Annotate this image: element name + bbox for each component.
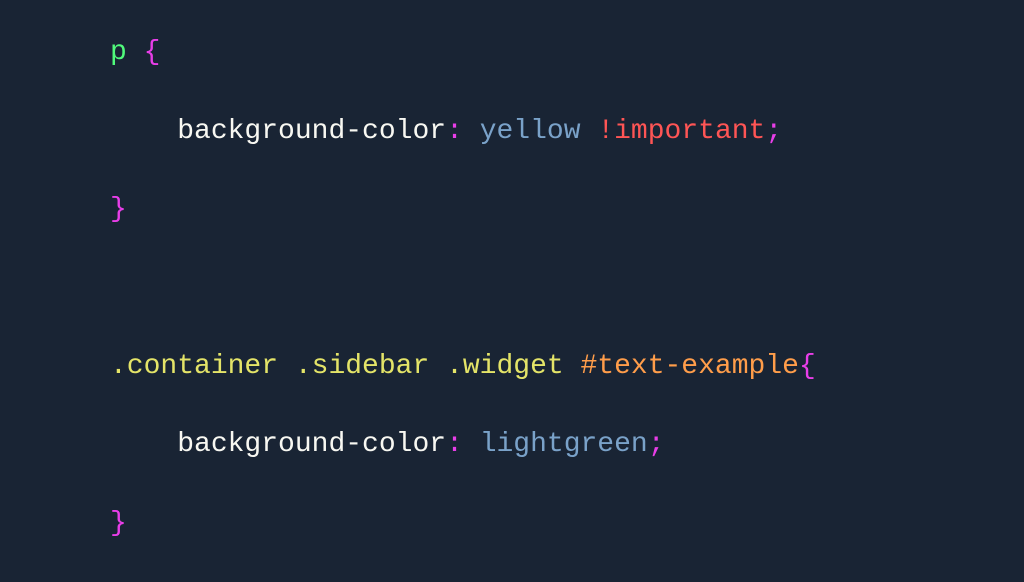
css-property: background-color — [177, 429, 446, 460]
semicolon: ; — [648, 429, 665, 460]
colon: : — [446, 429, 463, 460]
indent — [110, 429, 177, 460]
code-line-4: .container .sidebar .widget #text-exampl… — [110, 347, 816, 386]
colon: : — [446, 116, 463, 147]
selector-class: .container — [110, 351, 278, 382]
css-value: lightgreen — [480, 429, 648, 460]
code-line-6: } — [110, 504, 816, 543]
space — [463, 429, 480, 460]
space — [463, 116, 480, 147]
code-line-3: } — [110, 190, 816, 229]
css-property: background-color — [177, 116, 446, 147]
css-code-snippet: p { background-color: yellow !important;… — [0, 0, 816, 582]
code-line-1: p { — [110, 33, 816, 72]
brace-close: } — [110, 194, 127, 225]
brace-open: { — [799, 351, 816, 382]
code-line-5: background-color: lightgreen; — [110, 425, 816, 464]
selector-class: .sidebar — [278, 351, 429, 382]
semicolon: ; — [765, 116, 782, 147]
important-flag: !important — [581, 116, 766, 147]
selector-class: .widget — [429, 351, 563, 382]
indent — [110, 116, 177, 147]
brace-close: } — [110, 508, 127, 539]
brace-open: { — [127, 37, 161, 68]
css-value: yellow — [480, 116, 581, 147]
selector-tag: p — [110, 37, 127, 68]
code-line-blank — [110, 268, 816, 307]
selector-id: #text-example — [564, 351, 799, 382]
code-line-2: background-color: yellow !important; — [110, 112, 816, 151]
